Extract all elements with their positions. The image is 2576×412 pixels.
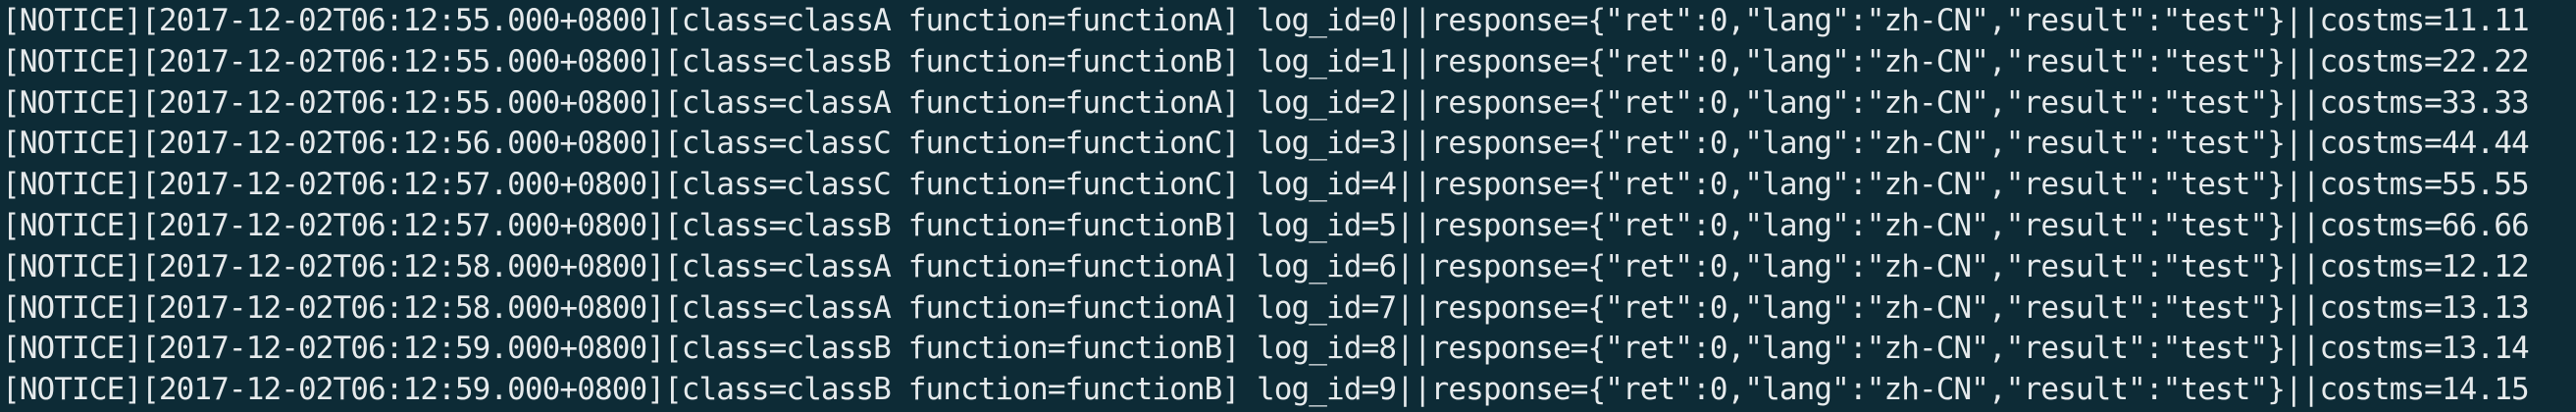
log-line: [NOTICE][2017-12-02T06:12:59.000+0800][c… (2, 331, 2530, 367)
log-line: [NOTICE][2017-12-02T06:12:57.000+0800][c… (2, 167, 2530, 203)
log-line: [NOTICE][2017-12-02T06:12:56.000+0800][c… (2, 126, 2530, 162)
terminal-log-output: [NOTICE][2017-12-02T06:12:55.000+0800][c… (0, 0, 2576, 412)
log-line: [NOTICE][2017-12-02T06:12:57.000+0800][c… (2, 207, 2530, 243)
log-line: [NOTICE][2017-12-02T06:12:55.000+0800][c… (2, 3, 2530, 38)
log-line: [NOTICE][2017-12-02T06:12:58.000+0800][c… (2, 289, 2530, 326)
log-line: [NOTICE][2017-12-02T06:12:59.000+0800][c… (2, 372, 2530, 408)
log-line: [NOTICE][2017-12-02T06:12:55.000+0800][c… (2, 43, 2530, 79)
log-line: [NOTICE][2017-12-02T06:12:55.000+0800][c… (2, 84, 2530, 121)
log-line: [NOTICE][2017-12-02T06:12:58.000+0800][c… (2, 248, 2530, 284)
